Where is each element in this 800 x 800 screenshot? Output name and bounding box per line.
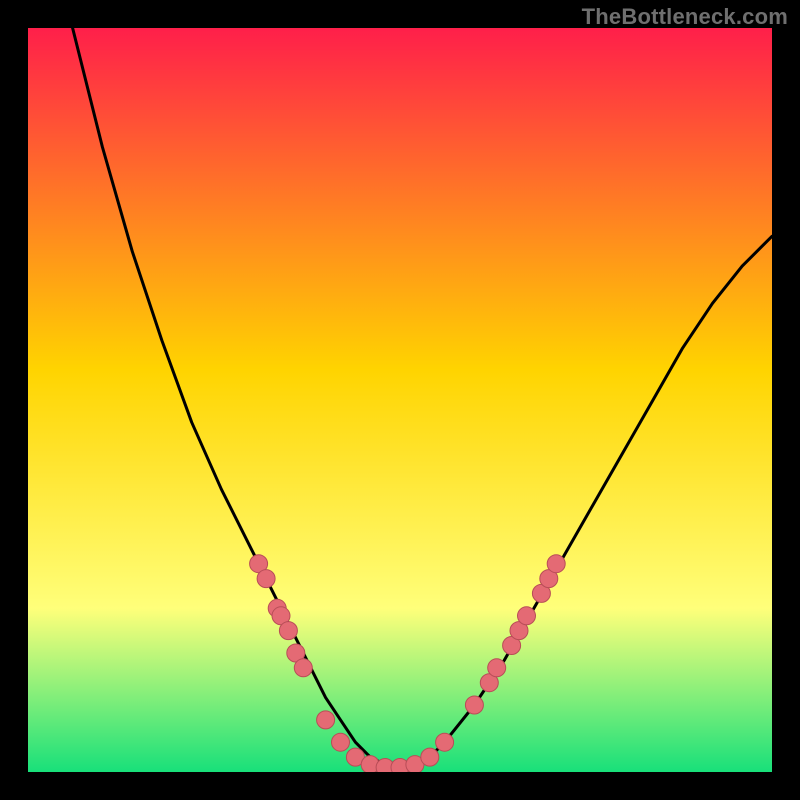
attribution-text: TheBottleneck.com: [582, 4, 788, 30]
bottleneck-chart: [28, 28, 772, 772]
data-dot: [257, 570, 275, 588]
data-dot: [436, 733, 454, 751]
data-dot: [279, 622, 297, 640]
data-dot: [518, 607, 536, 625]
data-dot: [421, 748, 439, 766]
data-dot: [488, 659, 506, 677]
data-dot: [547, 555, 565, 573]
data-dot: [317, 711, 335, 729]
gradient-background: [28, 28, 772, 772]
data-dot: [332, 733, 350, 751]
data-dot: [294, 659, 312, 677]
data-dot: [465, 696, 483, 714]
